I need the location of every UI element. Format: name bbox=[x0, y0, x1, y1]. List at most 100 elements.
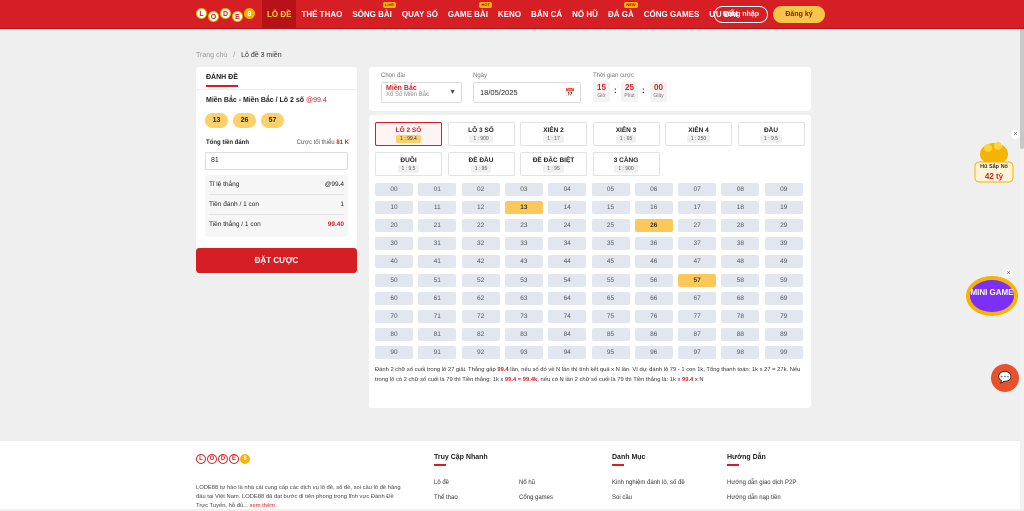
number-cell[interactable]: 40 bbox=[375, 255, 413, 269]
number-cell[interactable]: 41 bbox=[418, 255, 457, 269]
register-button[interactable]: Đăng ký bbox=[773, 6, 825, 23]
number-cell[interactable]: 38 bbox=[721, 237, 760, 251]
number-cell[interactable]: 88 bbox=[721, 327, 760, 341]
number-cell[interactable]: 23 bbox=[504, 219, 543, 233]
selected-number-chip[interactable]: 26 bbox=[233, 113, 256, 128]
menu-item[interactable]: CỔNG GAMES bbox=[639, 0, 705, 29]
jackpot-widget[interactable]: Hũ Sắp Nổ 42 tỷ bbox=[970, 136, 1018, 184]
selected-number-chip[interactable]: 57 bbox=[261, 113, 284, 128]
number-cell[interactable]: 39 bbox=[764, 237, 803, 251]
number-cell[interactable]: 99 bbox=[764, 345, 803, 359]
number-cell[interactable]: 94 bbox=[548, 345, 587, 359]
footer-link[interactable]: Kinh nghiệm đánh lô, số đề bbox=[612, 480, 685, 486]
number-cell[interactable]: 62 bbox=[461, 291, 500, 305]
number-cell[interactable]: 49 bbox=[764, 255, 803, 269]
number-cell[interactable]: 79 bbox=[764, 309, 803, 323]
number-cell[interactable]: 76 bbox=[634, 309, 673, 323]
number-cell[interactable]: 22 bbox=[461, 219, 500, 233]
number-cell[interactable]: 00 bbox=[375, 183, 413, 196]
number-cell[interactable]: 33 bbox=[504, 237, 543, 251]
number-cell[interactable]: 19 bbox=[764, 201, 803, 215]
number-cell[interactable]: 83 bbox=[504, 327, 543, 341]
number-cell[interactable]: 17 bbox=[678, 201, 717, 215]
number-cell[interactable]: 64 bbox=[548, 291, 587, 305]
number-cell[interactable]: 34 bbox=[548, 237, 587, 251]
number-cell[interactable]: 89 bbox=[764, 327, 803, 341]
number-cell[interactable]: 53 bbox=[504, 273, 543, 287]
number-cell[interactable]: 50 bbox=[375, 273, 413, 287]
number-cell[interactable]: 29 bbox=[764, 219, 803, 233]
number-cell[interactable]: 96 bbox=[634, 345, 673, 359]
number-cell[interactable]: 68 bbox=[721, 291, 760, 305]
footer-link[interactable]: Lô đề bbox=[434, 480, 449, 486]
number-cell[interactable]: 46 bbox=[634, 255, 673, 269]
number-cell[interactable]: 43 bbox=[504, 255, 543, 269]
number-cell[interactable]: 26 bbox=[634, 219, 673, 233]
number-cell[interactable]: 24 bbox=[548, 219, 587, 233]
number-cell[interactable]: 21 bbox=[418, 219, 457, 233]
number-cell[interactable]: 74 bbox=[548, 309, 587, 323]
number-cell[interactable]: 27 bbox=[678, 219, 717, 233]
bet-type-tab[interactable]: ĐỀ ĐẶC BIỆT 1 : 95 bbox=[520, 152, 587, 176]
number-cell[interactable]: 65 bbox=[591, 291, 630, 305]
number-cell[interactable]: 35 bbox=[591, 237, 630, 251]
footer-link[interactable]: Thể thao bbox=[434, 495, 458, 501]
number-cell[interactable]: 97 bbox=[678, 345, 717, 359]
bet-type-tab[interactable]: ĐỀ ĐẦU 1 : 95 bbox=[447, 152, 515, 176]
number-cell[interactable]: 37 bbox=[678, 237, 717, 251]
number-cell[interactable]: 01 bbox=[418, 183, 457, 196]
number-cell[interactable]: 30 bbox=[375, 237, 413, 251]
place-bet-button[interactable]: ĐẶT CƯỢC bbox=[196, 248, 357, 273]
number-cell[interactable]: 61 bbox=[418, 291, 457, 305]
footer-link[interactable]: Hướng dẫn giao dịch P2P bbox=[727, 480, 796, 486]
number-cell[interactable]: 77 bbox=[678, 309, 717, 323]
scrollbar-thumb[interactable] bbox=[1020, 29, 1024, 149]
number-cell[interactable]: 07 bbox=[678, 183, 717, 196]
number-cell[interactable]: 66 bbox=[634, 291, 673, 305]
number-cell[interactable]: 14 bbox=[548, 201, 587, 215]
footer-link[interactable]: Cổng games bbox=[519, 495, 553, 501]
number-cell[interactable]: 32 bbox=[461, 237, 500, 251]
number-cell[interactable]: 31 bbox=[418, 237, 457, 251]
bet-type-tab[interactable]: ĐẦU 1 : 9.5 bbox=[737, 122, 805, 146]
number-cell[interactable]: 18 bbox=[721, 201, 760, 215]
number-cell[interactable]: 36 bbox=[634, 237, 673, 251]
menu-item[interactable]: GAME BÀI HOT bbox=[443, 0, 493, 29]
number-cell[interactable]: 63 bbox=[504, 291, 543, 305]
number-cell[interactable]: 03 bbox=[504, 183, 543, 196]
number-cell[interactable]: 60 bbox=[375, 291, 413, 305]
number-cell[interactable]: 06 bbox=[634, 183, 673, 196]
site-logo[interactable]: LODE8 bbox=[196, 5, 255, 25]
number-cell[interactable]: 20 bbox=[375, 219, 413, 233]
number-cell[interactable]: 11 bbox=[418, 201, 457, 215]
number-cell[interactable]: 57 bbox=[678, 273, 717, 287]
number-cell[interactable]: 10 bbox=[375, 201, 413, 215]
number-cell[interactable]: 28 bbox=[721, 219, 760, 233]
number-cell[interactable]: 90 bbox=[375, 345, 413, 359]
number-cell[interactable]: 55 bbox=[591, 273, 630, 287]
number-cell[interactable]: 67 bbox=[678, 291, 717, 305]
number-cell[interactable]: 09 bbox=[764, 183, 803, 196]
number-cell[interactable]: 92 bbox=[461, 345, 500, 359]
number-cell[interactable]: 52 bbox=[461, 273, 500, 287]
bet-type-tab[interactable]: ĐUÔI 1 : 9.5 bbox=[375, 152, 442, 176]
number-cell[interactable]: 54 bbox=[548, 273, 587, 287]
number-cell[interactable]: 13 bbox=[504, 201, 543, 215]
number-cell[interactable]: 16 bbox=[634, 201, 673, 215]
number-cell[interactable]: 05 bbox=[591, 183, 630, 196]
number-cell[interactable]: 95 bbox=[591, 345, 630, 359]
menu-item[interactable]: NỔ HŨ bbox=[567, 0, 603, 29]
number-cell[interactable]: 91 bbox=[418, 345, 457, 359]
chat-icon[interactable]: 💬 bbox=[991, 364, 1019, 392]
bet-type-tab[interactable]: LÔ 2 SỐ 1 : 99.4 bbox=[375, 122, 442, 146]
number-cell[interactable]: 45 bbox=[591, 255, 630, 269]
bet-type-tab[interactable]: XIÊN 21 : 17 bbox=[520, 122, 587, 146]
number-cell[interactable]: 78 bbox=[721, 309, 760, 323]
number-cell[interactable]: 08 bbox=[721, 183, 760, 196]
number-cell[interactable]: 56 bbox=[634, 273, 673, 287]
region-select[interactable]: Miền Bắc Xổ Số Miền Bắc ▼ bbox=[381, 82, 462, 103]
number-cell[interactable]: 80 bbox=[375, 327, 413, 341]
number-cell[interactable]: 59 bbox=[764, 273, 803, 287]
breadcrumb-home[interactable]: Trang chủ bbox=[196, 52, 227, 59]
number-cell[interactable]: 69 bbox=[764, 291, 803, 305]
